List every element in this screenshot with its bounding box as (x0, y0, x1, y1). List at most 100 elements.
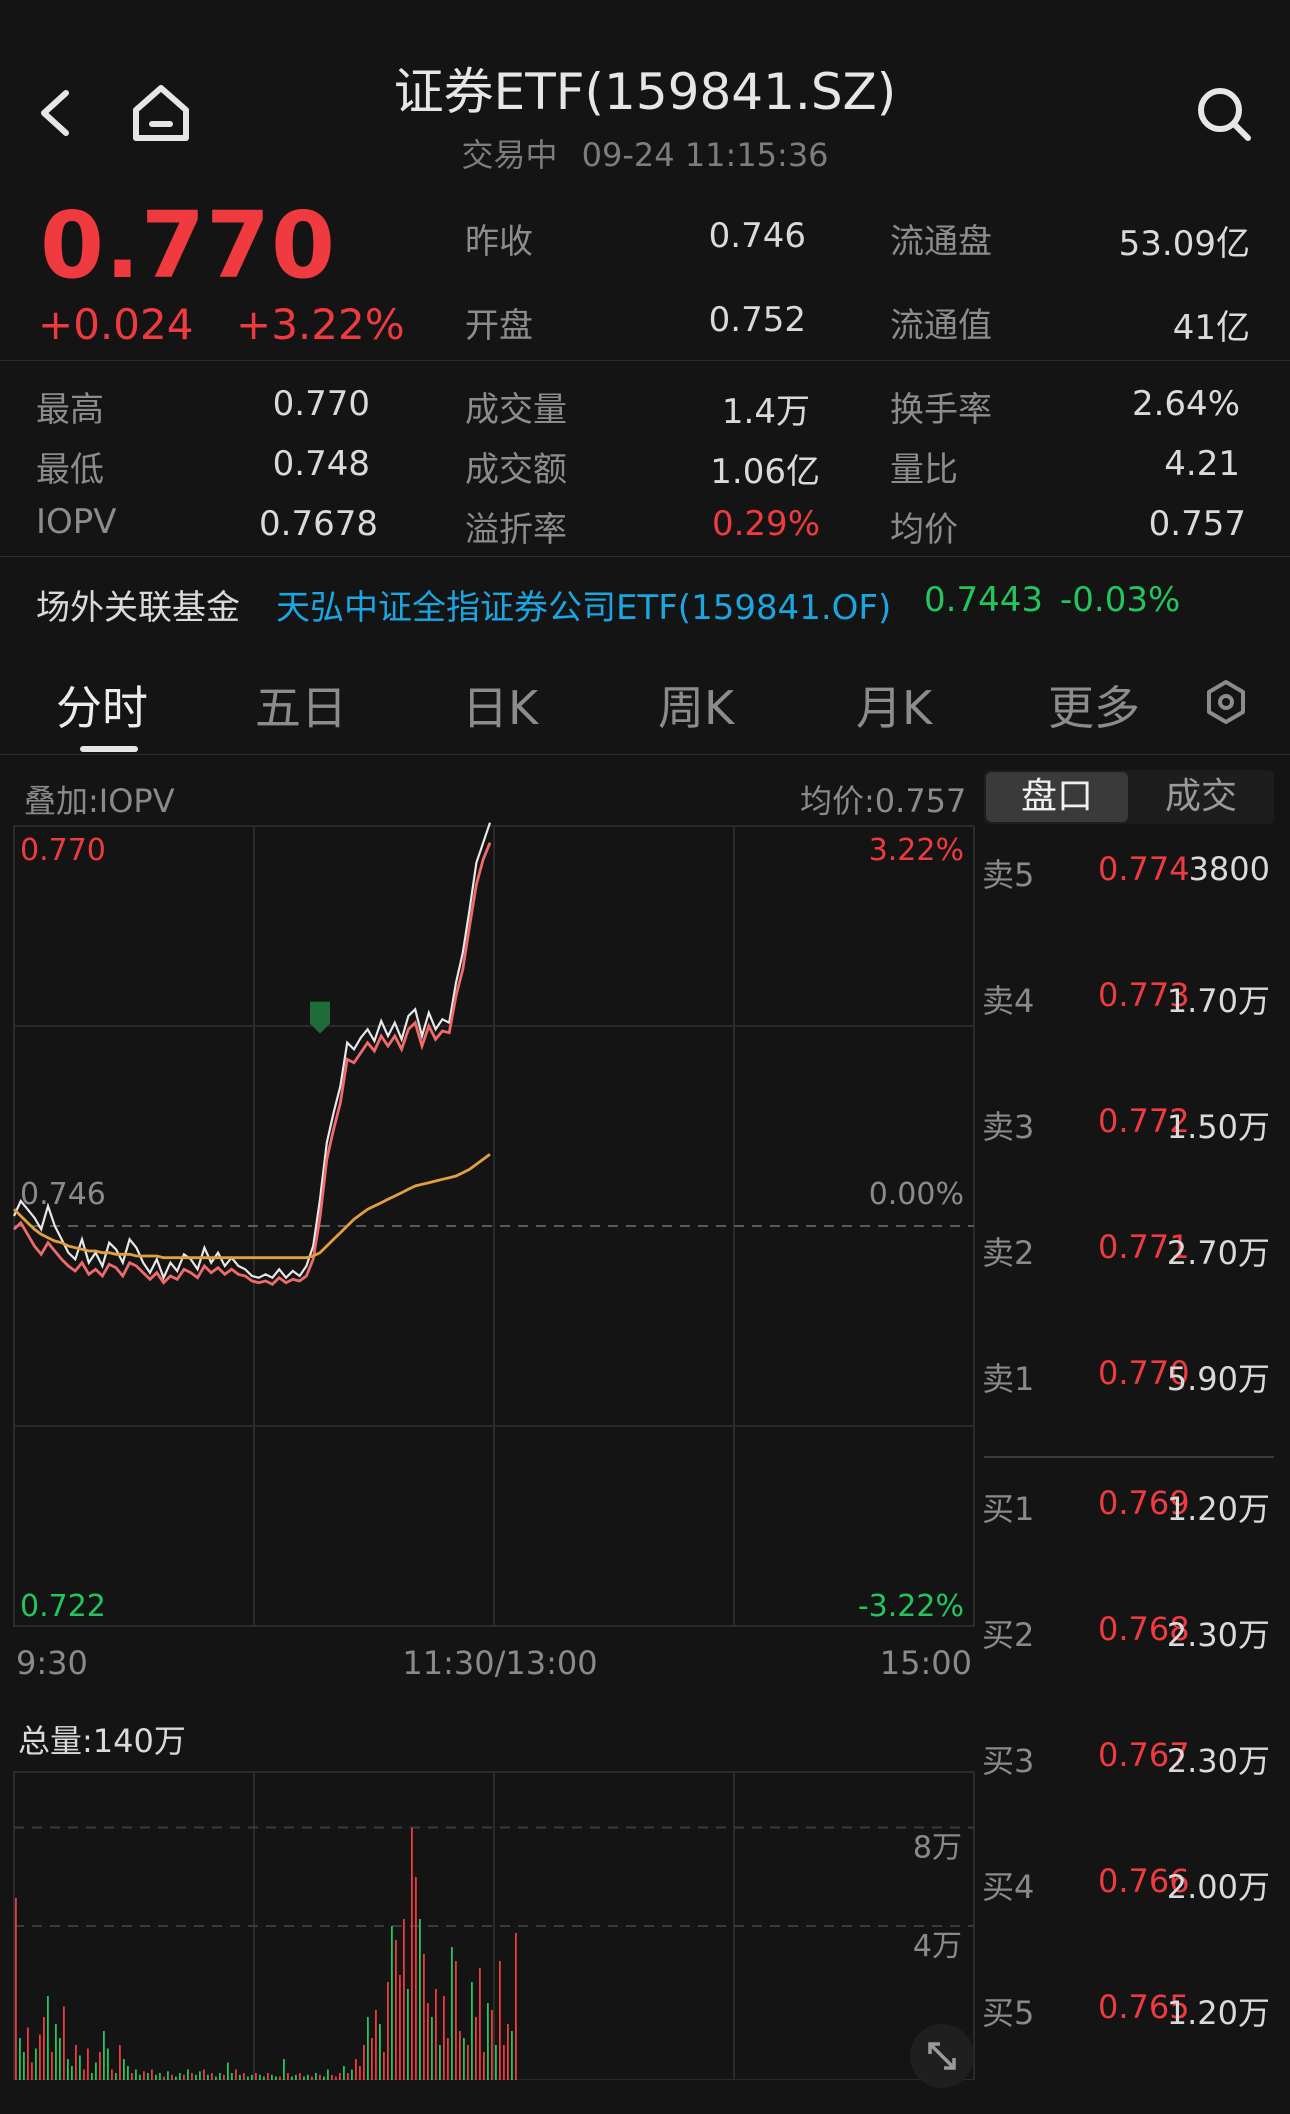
volume-bar (299, 2073, 301, 2080)
volume-bar (195, 2074, 197, 2080)
volume-bar (231, 2073, 233, 2080)
volume-chart[interactable]: 8万 4万 (0, 1770, 980, 2080)
search-button[interactable] (1192, 82, 1256, 146)
volume-bar (339, 2073, 341, 2080)
stat-value: 2.64% (1131, 384, 1240, 424)
stat-value: 0.770 (272, 384, 370, 424)
volume-bar (171, 2074, 173, 2080)
active-tab-indicator (80, 746, 138, 752)
volume-bar (219, 2073, 221, 2080)
overlay-indicator[interactable]: 叠加:IOPV (24, 776, 175, 822)
volume-bar (27, 2027, 29, 2080)
order-level-label: 卖1 (982, 1360, 1035, 1398)
volume-bar (255, 2073, 257, 2080)
chart-grid (13, 825, 975, 1627)
tab-five-day[interactable]: 五日 (255, 672, 347, 738)
volume-bar (239, 2074, 241, 2080)
volume-bar (147, 2073, 149, 2080)
expand-chart-button[interactable] (910, 2024, 974, 2088)
order-level-label: 买3 (982, 1742, 1035, 1780)
divider (0, 754, 1290, 755)
volume-bar (327, 2069, 329, 2080)
order-level-label: 卖4 (982, 982, 1035, 1020)
volume-bar (39, 2034, 41, 2080)
page-title: 证券ETF(159841.SZ) (393, 63, 897, 121)
order-level-label: 买2 (982, 1616, 1035, 1654)
stat-label: 换手率 (890, 390, 992, 430)
volume-bar (463, 2038, 465, 2080)
volume-bar (363, 2045, 365, 2080)
related-fund-change: -0.03% (1060, 580, 1181, 620)
datetime-text: 09-24 11:15:36 (581, 136, 829, 174)
ask-row[interactable]: 卖5 0.774 3800 (980, 850, 1280, 910)
volume-bar (179, 2073, 181, 2080)
volume-bar (347, 2073, 349, 2080)
tab-daily-k[interactable]: 日K (462, 672, 538, 738)
stat-label: 成交量 (465, 390, 567, 430)
stat-label: 流通值 (890, 306, 992, 346)
volume-bar (203, 2069, 205, 2080)
home-button[interactable] (128, 80, 194, 146)
volume-bar (155, 2074, 157, 2080)
volume-bar (475, 2017, 477, 2080)
volume-bar (515, 1933, 517, 2080)
event-marker-icon[interactable] (310, 1001, 330, 1034)
y-tick-label-left: 0.746 (20, 1177, 106, 1212)
volume-bars (15, 1828, 517, 2080)
volume-bar (119, 2045, 121, 2080)
ask-row[interactable]: 卖2 0.771 2.70万 (980, 1228, 1280, 1288)
volume-bar (279, 2076, 281, 2080)
order-volume: 2.00万 (1166, 1868, 1270, 1906)
tab-weekly-k[interactable]: 周K (658, 672, 734, 738)
volume-bar (79, 2055, 81, 2080)
chart-settings-button[interactable] (1202, 678, 1250, 726)
stat-value: 0.752 (708, 300, 806, 340)
volume-bar (403, 1919, 405, 2080)
tab-trades[interactable]: 成交 (1130, 772, 1272, 822)
x-tick-label: 15:00 (880, 1644, 972, 1682)
volume-bar (19, 2038, 21, 2080)
volume-bar (443, 1996, 445, 2080)
stat-label: 均价 (890, 510, 958, 550)
back-button[interactable] (30, 85, 86, 141)
volume-bar (35, 2048, 37, 2080)
ask-row[interactable]: 卖1 0.770 5.90万 (980, 1354, 1280, 1414)
volume-bar (391, 1926, 393, 2080)
stat-label: 开盘 (465, 306, 533, 346)
tab-order-book[interactable]: 盘口 (986, 772, 1128, 822)
volume-bar (287, 2073, 289, 2080)
tab-monthly-k[interactable]: 月K (856, 672, 932, 738)
order-level-label: 卖5 (982, 856, 1035, 894)
divider (0, 360, 1290, 361)
volume-bar (259, 2074, 261, 2080)
volume-bar (31, 2062, 33, 2080)
bid-row[interactable]: 买5 0.765 1.20万 (980, 1988, 1280, 2048)
related-fund-link[interactable]: 天弘中证全指证券公司ETF(159841.OF) (276, 580, 891, 629)
volume-bar (503, 2045, 505, 2080)
volume-bar (495, 2045, 497, 2080)
stat-label: 最低 (36, 450, 104, 490)
bid-row[interactable]: 买3 0.767 2.30万 (980, 1736, 1280, 1796)
volume-bar (47, 1996, 49, 2080)
volume-bar (435, 1989, 437, 2080)
tab-more[interactable]: 更多 (1048, 672, 1140, 738)
volume-bar (467, 2045, 469, 2080)
bid-row[interactable]: 买4 0.766 2.00万 (980, 1862, 1280, 1922)
order-volume: 1.50万 (1166, 1108, 1270, 1146)
volume-tick-label: 8万 (913, 1830, 962, 1865)
volume-bar (415, 1877, 417, 2080)
volume-bar (487, 2003, 489, 2080)
tab-intraday[interactable]: 分时 (56, 672, 148, 738)
x-tick-label: 11:30/13:00 (402, 1644, 597, 1682)
ask-row[interactable]: 卖4 0.773 1.70万 (980, 976, 1280, 1036)
stat-value: 1.4万 (721, 392, 810, 432)
volume-bar (235, 2069, 237, 2080)
stat-value: 53.09亿 (1118, 224, 1250, 264)
ask-row[interactable]: 卖3 0.772 1.50万 (980, 1102, 1280, 1162)
volume-bar (151, 2069, 153, 2080)
intraday-price-chart[interactable]: 0.770 0.746 0.722 3.22% 0.00% -3.22% 9:30 11:30… (0, 820, 980, 1690)
bid-row[interactable]: 买1 0.769 1.20万 (980, 1484, 1280, 1544)
volume-bar (399, 1975, 401, 2080)
volume-bar (423, 1954, 425, 2080)
bid-row[interactable]: 买2 0.768 2.30万 (980, 1610, 1280, 1670)
